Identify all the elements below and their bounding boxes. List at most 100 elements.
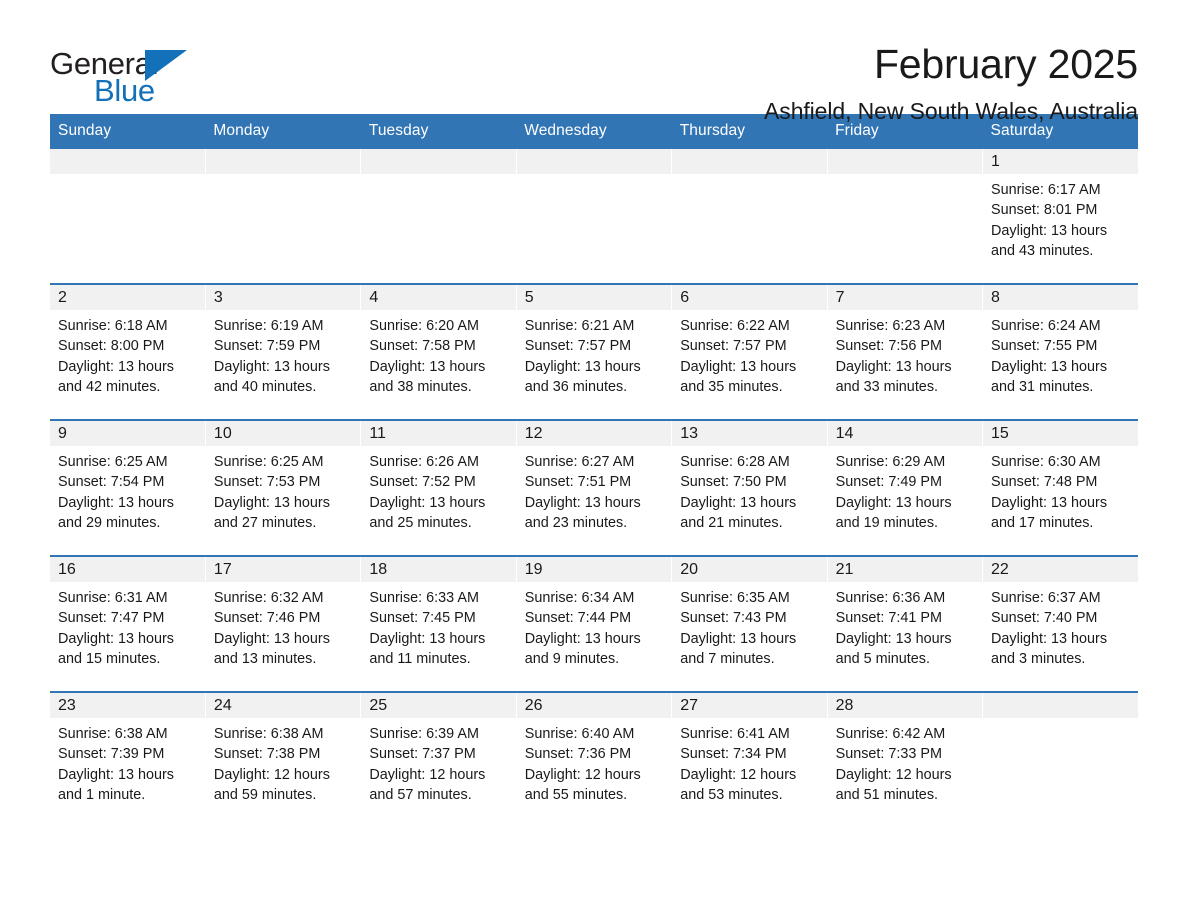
calendar-day-cell[interactable]: 27 Sunrise: 6:41 AM Sunset: 7:34 PM Dayligh… [671,691,828,827]
weekday-header-wednesday: Wednesday [516,114,672,149]
day-details: Sunrise: 6:29 AM Sunset: 7:49 PM Daylight:… [828,446,982,533]
day-details: Sunrise: 6:25 AM Sunset: 7:54 PM Daylight:… [50,446,205,533]
calendar-day-cell[interactable]: 28 Sunrise: 6:42 AM Sunset: 7:33 PM Dayligh… [827,691,984,827]
daylight-text-line1: Daylight: 12 hours [680,766,797,783]
calendar-day-cell[interactable]: 3 Sunrise: 6:19 AM Sunset: 7:59 PM Daylight… [205,283,362,420]
sunset-text: Sunset: 7:56 PM [835,338,943,355]
calendar-day-cell[interactable]: 10 Sunrise: 6:25 AM Sunset: 7:53 PM Dayligh… [205,419,362,556]
calendar-day-cell[interactable]: 9 Sunrise: 6:25 AM Sunset: 7:54 PM Daylight… [50,419,206,556]
calendar-day-cell[interactable]: 21 Sunrise: 6:36 AM Sunset: 7:41 PM Dayligh… [827,555,984,692]
calendar-cell-empty [50,149,206,284]
calendar-day-cell[interactable]: 6 Sunrise: 6:22 AM Sunset: 7:57 PM Daylight… [671,283,828,420]
calendar-week-row: 9 Sunrise: 6:25 AM Sunset: 7:54 PM Daylight… [50,419,1138,556]
day-number [516,149,672,174]
sunset-text: Sunset: 7:36 PM [524,746,632,763]
daylight-text-line1: Daylight: 13 hours [991,358,1108,375]
calendar-day-cell[interactable]: 16 Sunrise: 6:31 AM Sunset: 7:47 PM Dayligh… [50,555,206,692]
day-number [205,149,361,174]
calendar-day-cell[interactable]: 20 Sunrise: 6:35 AM Sunset: 7:43 PM Dayligh… [671,555,828,692]
sunset-text: Sunset: 8:00 PM [58,338,165,355]
daylight-text-line1: Daylight: 13 hours [369,494,486,511]
sunset-text: Sunset: 7:59 PM [213,338,321,355]
day-details [517,174,671,181]
daylight-text-line2: and 42 minutes. [58,378,161,395]
daylight-text-line2: and 27 minutes. [213,514,317,531]
day-number: 18 [361,557,516,582]
calendar-day-cell[interactable]: 4 Sunrise: 6:20 AM Sunset: 7:58 PM Daylight… [360,283,517,420]
daylight-text-line1: Daylight: 13 hours [213,630,330,647]
sunset-text: Sunset: 7:41 PM [835,610,943,627]
sunrise-text: Sunrise: 6:17 AM [991,182,1101,198]
sunset-text: Sunset: 7:49 PM [835,474,943,491]
calendar-day-cell[interactable]: 15 Sunrise: 6:30 AM Sunset: 7:48 PM Dayligh… [982,419,1138,556]
calendar-day-cell[interactable]: 12 Sunrise: 6:27 AM Sunset: 7:51 PM Dayligh… [516,419,673,556]
calendar-day-cell[interactable]: 5 Sunrise: 6:21 AM Sunset: 7:57 PM Daylight… [516,283,673,420]
sunset-text: Sunset: 7:48 PM [991,474,1098,491]
day-number: 9 [50,421,205,446]
daylight-text-line2: and 40 minutes. [213,378,317,395]
daylight-text-line1: Daylight: 13 hours [680,358,797,375]
daylight-text-line2: and 25 minutes. [369,514,472,531]
daylight-text-line1: Daylight: 13 hours [369,358,486,375]
day-details [50,174,205,181]
daylight-text-line2: and 23 minutes. [524,514,628,531]
day-number [827,149,983,174]
daylight-text-line2: and 38 minutes. [369,378,472,395]
calendar-day-cell[interactable]: 17 Sunrise: 6:32 AM Sunset: 7:46 PM Dayligh… [205,555,362,692]
calendar-body: 1 Sunrise: 6:17 AM Sunset: 8:01 PM Daylight… [50,149,1138,827]
day-number: 19 [516,557,672,582]
sunrise-text: Sunrise: 6:25 AM [58,454,168,470]
sunset-text: Sunset: 7:44 PM [524,610,632,627]
calendar-day-cell[interactable]: 7 Sunrise: 6:23 AM Sunset: 7:56 PM Daylight… [827,283,984,420]
calendar-day-cell[interactable]: 22 Sunrise: 6:37 AM Sunset: 7:40 PM Dayligh… [982,555,1138,692]
day-details: Sunrise: 6:35 AM Sunset: 7:43 PM Daylight:… [672,582,826,669]
day-details: Sunrise: 6:38 AM Sunset: 7:39 PM Daylight:… [50,718,205,805]
calendar-day-cell[interactable]: 25 Sunrise: 6:39 AM Sunset: 7:37 PM Dayligh… [360,691,517,827]
calendar-day-cell[interactable]: 18 Sunrise: 6:33 AM Sunset: 7:45 PM Dayligh… [360,555,517,692]
daylight-text-line2: and 31 minutes. [991,378,1094,395]
calendar-day-cell[interactable]: 2 Sunrise: 6:18 AM Sunset: 8:00 PM Daylight… [50,283,206,420]
day-details: Sunrise: 6:33 AM Sunset: 7:45 PM Daylight:… [361,582,515,669]
calendar-day-cell[interactable]: 8 Sunrise: 6:24 AM Sunset: 7:55 PM Daylight… [982,283,1138,420]
calendar-cell-empty [516,149,673,284]
calendar-day-cell[interactable]: 24 Sunrise: 6:38 AM Sunset: 7:38 PM Dayligh… [205,691,362,827]
calendar-day-cell[interactable]: 11 Sunrise: 6:26 AM Sunset: 7:52 PM Dayligh… [360,419,517,556]
sunset-text: Sunset: 7:55 PM [991,338,1098,355]
sunset-text: Sunset: 7:33 PM [835,746,943,763]
calendar-day-cell[interactable]: 19 Sunrise: 6:34 AM Sunset: 7:44 PM Dayligh… [516,555,673,692]
day-number: 1 [983,149,1138,174]
day-details: Sunrise: 6:21 AM Sunset: 7:57 PM Daylight:… [517,310,671,397]
day-details: Sunrise: 6:26 AM Sunset: 7:52 PM Daylight:… [361,446,515,533]
day-number: 4 [361,285,516,310]
daylight-text-line2: and 1 minute. [58,786,146,803]
daylight-text-line2: and 9 minutes. [524,650,620,667]
day-number: 26 [516,693,672,718]
calendar-week-row: 23 Sunrise: 6:38 AM Sunset: 7:39 PM Dayligh… [50,691,1138,827]
calendar-day-cell[interactable]: 26 Sunrise: 6:40 AM Sunset: 7:36 PM Dayligh… [516,691,673,827]
calendar-day-cell[interactable]: 1 Sunrise: 6:17 AM Sunset: 8:01 PM Daylight… [982,149,1138,284]
page-header: General Blue February 2025 Ashfield, New… [50,0,1138,124]
day-details: Sunrise: 6:18 AM Sunset: 8:00 PM Daylight:… [50,310,205,397]
day-details: Sunrise: 6:27 AM Sunset: 7:51 PM Daylight:… [517,446,671,533]
sunset-text: Sunset: 7:46 PM [213,610,321,627]
sunrise-text: Sunrise: 6:33 AM [369,590,479,606]
day-number: 15 [983,421,1138,446]
day-details: Sunrise: 6:24 AM Sunset: 7:55 PM Daylight:… [983,310,1138,397]
day-number: 17 [205,557,361,582]
day-details [206,174,360,181]
day-number: 7 [827,285,983,310]
sunset-text: Sunset: 7:50 PM [680,474,787,491]
daylight-text-line1: Daylight: 12 hours [213,766,330,783]
generalblue-logo[interactable]: General Blue [50,42,200,106]
day-number: 8 [983,285,1138,310]
daylight-text-line2: and 59 minutes. [213,786,317,803]
daylight-text-line2: and 21 minutes. [680,514,783,531]
day-details: Sunrise: 6:25 AM Sunset: 7:53 PM Daylight:… [206,446,360,533]
calendar-day-cell[interactable]: 14 Sunrise: 6:29 AM Sunset: 7:49 PM Dayligh… [827,419,984,556]
sunset-text: Sunset: 7:37 PM [369,746,476,763]
page-title: February 2025 [873,41,1138,87]
calendar-day-cell[interactable]: 23 Sunrise: 6:38 AM Sunset: 7:39 PM Dayligh… [50,691,206,827]
sunrise-text: Sunrise: 6:21 AM [524,318,635,334]
calendar-day-cell[interactable]: 13 Sunrise: 6:28 AM Sunset: 7:50 PM Dayligh… [671,419,828,556]
day-details [672,174,826,181]
